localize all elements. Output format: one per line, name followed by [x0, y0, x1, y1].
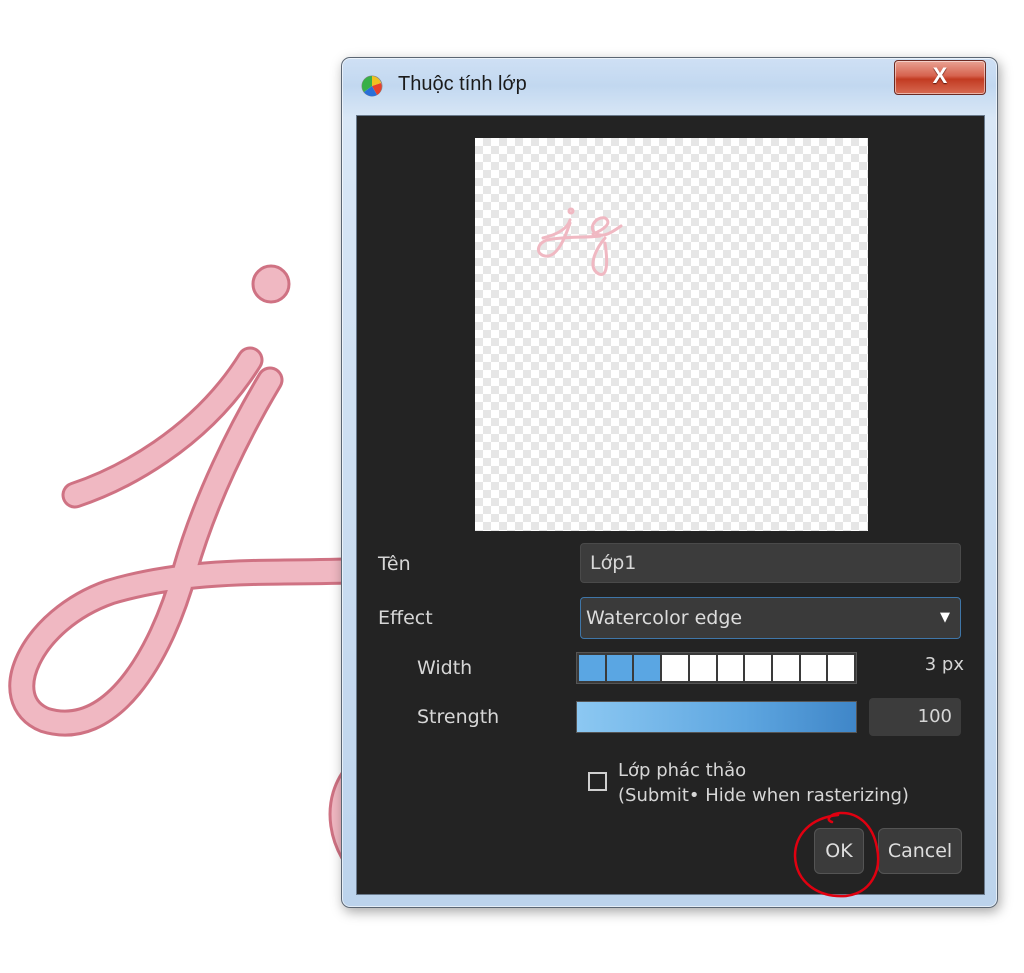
- strength-label: Strength: [417, 706, 500, 728]
- width-slider-segment: [772, 655, 799, 681]
- width-slider-segment: [717, 655, 744, 681]
- dialog-title: Thuộc tính lớp: [398, 73, 527, 95]
- width-value: 3 px: [924, 654, 964, 675]
- effect-dropdown[interactable]: Watercolor edge ▼: [580, 597, 961, 639]
- width-slider-segment: [689, 655, 716, 681]
- preview-drawing: [537, 207, 623, 276]
- close-button[interactable]: X: [894, 60, 986, 95]
- width-slider-segment: [662, 655, 688, 681]
- close-icon: X: [932, 63, 948, 88]
- width-slider-segment: [579, 655, 605, 681]
- width-slider-segment: [745, 655, 771, 681]
- sketch-label-line2: (Submit• Hide when rasterizing): [618, 785, 909, 806]
- dialog-body: Tên Lớp1 Effect Watercolor edge ▼ Width …: [356, 115, 985, 895]
- title-bar[interactable]: Thuộc tính lớp X: [342, 58, 997, 114]
- width-label: Width: [417, 657, 473, 679]
- sketch-label-line1: Lớp phác thảo: [618, 760, 747, 781]
- width-slider[interactable]: [576, 652, 857, 684]
- chevron-down-icon: ▼: [940, 610, 950, 625]
- layer-preview: [475, 138, 868, 531]
- width-slider-segment: [634, 655, 661, 681]
- sketch-layer-checkbox[interactable]: [588, 772, 607, 791]
- strength-slider[interactable]: [576, 701, 857, 733]
- width-slider-segment: [606, 655, 633, 681]
- effect-value: Watercolor edge: [586, 607, 743, 629]
- sketch-layer-label: Lớp phác thảo (Submit• Hide when rasteri…: [618, 758, 909, 808]
- layer-name-input[interactable]: Lớp1: [580, 543, 961, 583]
- layer-properties-dialog: Thuộc tính lớp X Tên Lớp1 Effect Waterco…: [341, 57, 998, 908]
- width-slider-segment: [828, 655, 855, 681]
- width-slider-segment: [800, 655, 827, 681]
- name-label: Tên: [378, 553, 411, 575]
- strength-input[interactable]: 100: [869, 698, 961, 736]
- color-wheel-icon: [361, 75, 383, 97]
- cancel-button[interactable]: Cancel: [878, 828, 962, 874]
- effect-label: Effect: [378, 607, 433, 629]
- ok-button[interactable]: OK: [814, 828, 864, 874]
